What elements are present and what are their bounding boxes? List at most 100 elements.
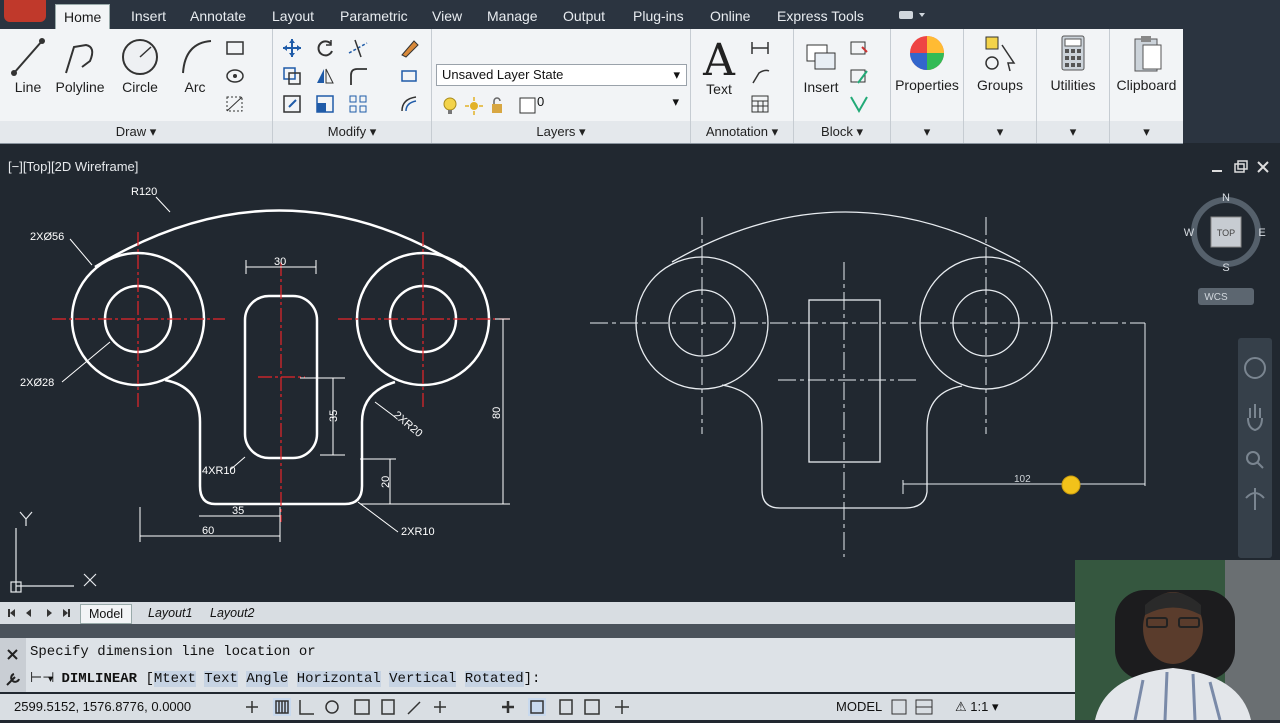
array-icon[interactable]	[347, 93, 369, 115]
rotate-icon[interactable]	[314, 37, 336, 59]
hatch-icon[interactable]	[224, 65, 246, 87]
layout-view-icons[interactable]	[890, 697, 940, 717]
utilities-expand[interactable]: ▾	[1037, 121, 1109, 143]
steering-wheel-icon	[1244, 357, 1266, 379]
command-line-handle	[0, 638, 26, 692]
draw-panel: Line Polyline Circle Arc Draw ▾	[0, 29, 273, 143]
polyline-icon	[65, 43, 94, 74]
dim-2x-dia28: 2XØ28	[20, 377, 54, 389]
stretch-icon[interactable]	[281, 93, 303, 115]
tab-express-tools[interactable]: Express Tools	[769, 4, 872, 28]
properties-button[interactable]: Properties	[891, 33, 963, 93]
tab-view[interactable]: View	[424, 4, 470, 28]
tab-manage[interactable]: Manage	[479, 4, 546, 28]
gradient-icon[interactable]	[224, 93, 246, 115]
option-vertical[interactable]: Vertical	[389, 671, 457, 687]
erase-icon[interactable]	[398, 37, 420, 59]
layer-state-dropdown[interactable]: Unsaved Layer State ▾	[436, 64, 687, 86]
option-rotated[interactable]: Rotated	[464, 671, 524, 687]
tab-home[interactable]: Home	[55, 4, 111, 29]
dim-2x-dia56: 2XØ56	[30, 231, 64, 243]
ribbon-empty-area	[1183, 29, 1280, 143]
explode-icon[interactable]	[398, 65, 420, 87]
wcs-label: WCS	[1204, 292, 1228, 303]
wrench-icon	[6, 673, 20, 686]
properties-expand[interactable]: ▾	[891, 121, 963, 143]
mirror-icon[interactable]	[314, 65, 336, 87]
create-block-icon[interactable]	[848, 37, 870, 59]
properties-panel: Properties ▾	[891, 29, 964, 143]
navigation-bar[interactable]	[1238, 338, 1272, 558]
block-panel: Insert Block ▾	[794, 29, 891, 143]
clipboard-button[interactable]: Clipboard	[1110, 33, 1183, 93]
tab-annotate[interactable]: Annotate	[182, 4, 254, 28]
line-icon	[11, 38, 45, 76]
groups-button[interactable]: Groups	[964, 33, 1036, 93]
cursor-snap-marker	[1061, 475, 1081, 495]
ucs-icon	[10, 511, 97, 593]
layout-scroll-icons[interactable]	[6, 606, 76, 620]
leader-icon[interactable]	[749, 65, 771, 87]
layers-panel: Unsaved Layer State ▾ 0 ▾ Layers ▾	[432, 29, 691, 143]
layers-panel-title[interactable]: Layers ▾	[432, 121, 690, 143]
drafting-toggle-icons[interactable]	[238, 696, 633, 718]
clipboard-expand[interactable]: ▾	[1110, 121, 1183, 143]
copy-icon[interactable]	[281, 65, 303, 87]
arc-button[interactable]: Arc	[172, 35, 218, 95]
edit-block-icon[interactable]	[848, 65, 870, 87]
arc-icon	[182, 40, 212, 74]
offset-icon[interactable]	[398, 93, 420, 115]
annotation-panel: A Text Annotation ▾	[691, 29, 794, 143]
linear-dimension-icon[interactable]	[749, 37, 771, 59]
viewcube-top-face: TOP	[1217, 228, 1235, 238]
viewcube[interactable]: TOP N S E W WCS	[1180, 192, 1270, 307]
fillet-icon[interactable]	[347, 65, 369, 87]
groups-expand[interactable]: ▾	[964, 121, 1036, 143]
viewcube-e: E	[1258, 227, 1265, 239]
clipboard-icon	[1134, 36, 1161, 72]
option-text[interactable]: Text	[204, 671, 238, 687]
command-line[interactable]: Specify dimension line location or ⊢⊣▾ D…	[0, 638, 1075, 692]
tab-plugins[interactable]: Plug-ins	[625, 4, 692, 28]
tab-layout[interactable]: Layout	[264, 4, 322, 28]
option-angle[interactable]: Angle	[246, 671, 289, 687]
annotation-scale[interactable]: ⚠ 1:1 ▾	[955, 699, 999, 715]
layout-tab-layout1[interactable]: Layout1	[140, 604, 200, 622]
circle-button[interactable]: Circle	[114, 35, 166, 95]
rectangle-icon[interactable]	[224, 37, 246, 59]
zoom-icon	[1246, 451, 1264, 469]
application-menu-button[interactable]	[4, 0, 46, 22]
tab-parametric[interactable]: Parametric	[332, 4, 416, 28]
modify-panel-title[interactable]: Modify ▾	[273, 121, 431, 143]
option-mtext[interactable]: Mtext	[153, 671, 196, 687]
block-panel-title[interactable]: Block ▾	[794, 121, 890, 143]
chevron-down-icon: ▾	[673, 67, 680, 82]
scale-icon[interactable]	[314, 93, 336, 115]
circle-label: Circle	[122, 79, 158, 95]
polyline-button[interactable]: Polyline	[52, 35, 108, 95]
text-button[interactable]: A Text	[695, 33, 743, 97]
draw-panel-title[interactable]: Draw ▾	[0, 121, 272, 143]
current-layer-dropdown[interactable]: 0 ▾	[532, 92, 685, 112]
insert-block-button[interactable]: Insert	[796, 35, 846, 95]
model-space-toggle[interactable]: MODEL	[836, 699, 882, 714]
command-input[interactable]: ⊢⊣▾ DIMLINEAR [Mtext Text Angle Horizont…	[30, 670, 540, 690]
layout-tab-layout2[interactable]: Layout2	[202, 604, 262, 622]
tab-online[interactable]: Online	[702, 4, 758, 28]
tab-insert[interactable]: Insert	[123, 4, 174, 28]
annotation-panel-title[interactable]: Annotation ▾	[691, 121, 793, 143]
block-attributes-icon[interactable]	[848, 93, 870, 115]
ribbon-panel: Line Polyline Circle Arc Draw ▾ Modify ▾…	[0, 29, 1183, 144]
ribbon-toggle-icon[interactable]	[898, 8, 928, 22]
layout-tab-model[interactable]: Model	[80, 604, 133, 624]
move-icon[interactable]	[281, 37, 303, 59]
tab-output[interactable]: Output	[555, 4, 613, 28]
utilities-button[interactable]: Utilities	[1037, 33, 1109, 93]
drawing-viewport[interactable]: [−][Top][2D Wireframe] R120 2XØ56 2XØ28 …	[0, 152, 1280, 602]
table-icon[interactable]	[749, 93, 771, 115]
groups-label: Groups	[977, 77, 1023, 93]
drawing-canvas: R120 2XØ56 2XØ28 30 35 2XR20 80 4XR10 20…	[10, 186, 1146, 593]
trim-icon[interactable]	[347, 37, 369, 59]
line-button[interactable]: Line	[5, 35, 51, 95]
option-horizontal[interactable]: Horizontal	[296, 671, 381, 687]
